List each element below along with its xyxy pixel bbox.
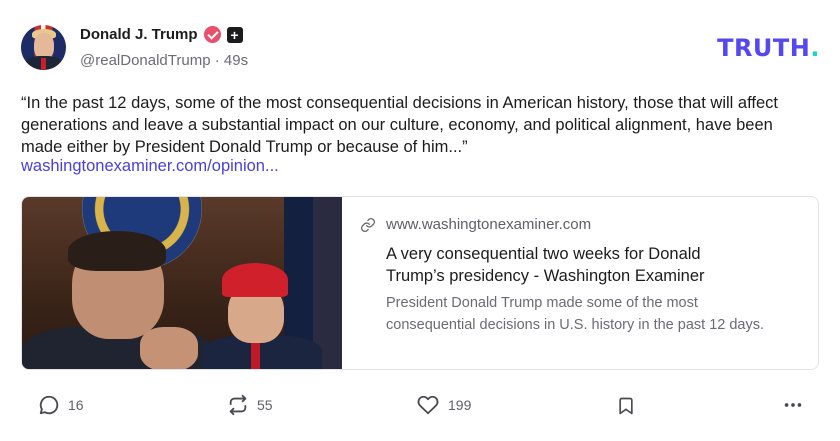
more-icon [784, 403, 802, 407]
post-link[interactable]: washingtonexaminer.com/opinion... [21, 157, 279, 176]
like-button[interactable]: 199 [416, 394, 471, 416]
comment-icon [39, 395, 59, 415]
bookmark-button[interactable] [616, 394, 636, 418]
like-count: 199 [448, 397, 472, 413]
person-tie [251, 339, 260, 369]
card-image [22, 197, 342, 369]
avatar-tie [41, 58, 46, 70]
card-domain-row: www.washingtonexaminer.com [360, 216, 818, 233]
more-options-button[interactable] [782, 394, 804, 416]
reply-count: 16 [68, 397, 84, 413]
truth-logo-dot: . [810, 34, 820, 62]
heart-icon [417, 395, 439, 415]
person-hair [68, 231, 166, 271]
display-name[interactable]: Donald J. Trump [80, 26, 198, 43]
card-description: President Donald Trump made some of the … [386, 295, 765, 333]
user-handle[interactable]: @realDonaldTrump [80, 52, 211, 69]
link-icon [361, 217, 375, 232]
bookmark-icon [619, 397, 633, 415]
person-hand [140, 327, 198, 369]
timestamp[interactable]: 49s [224, 52, 248, 69]
separator: · [214, 52, 220, 69]
avatar[interactable] [21, 25, 66, 70]
truth-logo-text: TRUTH [717, 34, 811, 62]
repost-icon [229, 394, 247, 416]
red-cap [222, 263, 288, 297]
retruth-count: 55 [257, 397, 273, 413]
name-row: Donald J. Trump + [80, 26, 243, 43]
action-bar: 16 55 199 [0, 394, 840, 418]
verified-badge-icon [203, 26, 221, 43]
truth-post: Donald J. Trump + @realDonaldTrump · 49s… [0, 0, 840, 441]
handle-row: @realDonaldTrump · 49s [80, 52, 248, 69]
post-text: “In the past 12 days, some of the most c… [21, 94, 778, 156]
card-domain: www.washingtonexaminer.com [386, 216, 592, 233]
reply-button[interactable]: 16 [38, 394, 84, 416]
link-preview-card[interactable]: www.washingtonexaminer.com A very conseq… [21, 196, 819, 370]
retruth-button[interactable]: 55 [227, 394, 273, 416]
card-info: www.washingtonexaminer.com A very conseq… [342, 197, 818, 369]
plus-badge-icon: + [226, 26, 243, 43]
truth-logo: TRUTH. [717, 34, 820, 62]
card-title[interactable]: A very consequential two weeks for Donal… [386, 243, 756, 287]
